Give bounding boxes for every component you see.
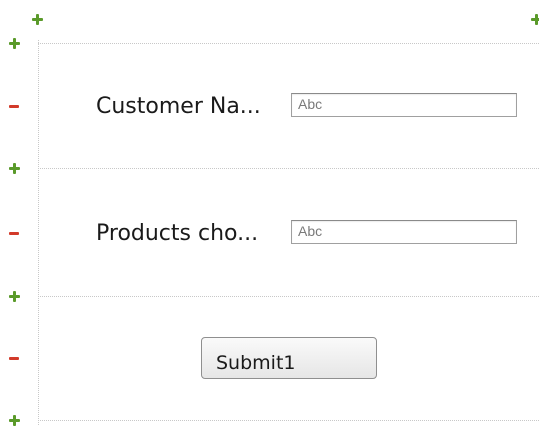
grid-row-line — [38, 43, 539, 44]
customer-name-field[interactable]: Abc — [291, 93, 517, 117]
form-designer-canvas: Customer Na... Abc Products cho... Abc S… — [0, 0, 539, 426]
add-column-plus-icon[interactable] — [531, 14, 539, 25]
add-row-plus-icon[interactable] — [9, 38, 20, 49]
grid-row-line — [38, 296, 539, 297]
products-chosen-field[interactable]: Abc — [291, 220, 517, 244]
grid-row-line — [38, 168, 539, 169]
products-chosen-label: Products cho... — [96, 221, 259, 246]
add-column-plus-icon[interactable] — [32, 14, 43, 25]
remove-row-minus-icon[interactable] — [9, 232, 19, 235]
add-row-plus-icon[interactable] — [9, 291, 20, 302]
submit-button[interactable]: Submit1 — [201, 337, 377, 379]
add-row-plus-icon[interactable] — [9, 163, 20, 174]
add-row-plus-icon[interactable] — [9, 415, 20, 426]
grid-column-line — [38, 40, 39, 425]
grid-row-line — [38, 420, 539, 421]
remove-row-minus-icon[interactable] — [9, 105, 19, 108]
remove-row-minus-icon[interactable] — [9, 357, 19, 360]
customer-name-label: Customer Na... — [96, 94, 261, 119]
